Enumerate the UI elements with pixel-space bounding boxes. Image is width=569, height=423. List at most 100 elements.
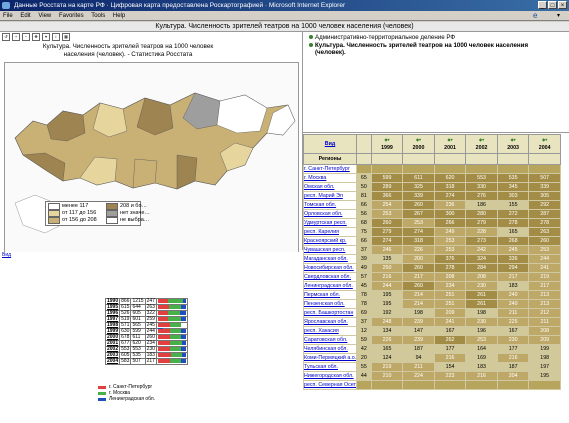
view-link[interactable]: Вид — [2, 252, 11, 258]
region-link[interactable]: Удмуртская респ. — [303, 218, 357, 228]
map-tool-refresh-icon[interactable]: ↺ — [2, 33, 10, 41]
region-link[interactable]: Орловская обл. — [303, 209, 357, 219]
region-link[interactable]: Ленинградская обл. — [303, 281, 357, 291]
table-row[interactable]: Ярославская обл. 37 248 239 241 230 225 211 — [303, 317, 561, 327]
rank-cell: 37 — [356, 245, 372, 255]
menu-file[interactable]: File — [3, 13, 13, 19]
value-cell: 274 — [370, 236, 404, 246]
region-link[interactable]: Тульская обл. — [303, 362, 357, 372]
map-tool-zoom-out-icon[interactable]: − — [22, 33, 30, 41]
region-link[interactable]: респ. Карелия — [303, 227, 357, 237]
table-row[interactable]: Тульская обл. 55 219 211 154 183 187 197 — [303, 362, 561, 372]
value-cell: 210 — [370, 371, 404, 381]
table-row[interactable]: Пермская обл. 78 195 214 251 261 240 213 — [303, 290, 561, 300]
close-button[interactable]: × — [558, 1, 567, 9]
col-year-1999[interactable]: ◆▾ 1999 — [370, 134, 404, 154]
region-link[interactable]: Новосибирская обл. — [303, 263, 357, 273]
menu-chevron-icon[interactable]: ▾ — [557, 11, 560, 21]
maximize-button[interactable]: □ — [548, 1, 557, 9]
menu-edit[interactable]: Edit — [20, 13, 30, 19]
table-row[interactable]: Орловская обл. 56 253 267 300 280 272 287 — [303, 209, 561, 219]
region-link[interactable]: Ярославская обл. — [303, 317, 357, 327]
menu-help[interactable]: Help — [113, 13, 125, 19]
value-cell: 198 — [528, 353, 561, 363]
region-link[interactable]: респ. Башкортостан — [303, 308, 357, 318]
table-row[interactable]: Челябинская обл. 42 165 187 177 164 177 199 — [303, 344, 561, 354]
region-link[interactable]: Коми-Пермяцкий а.о. — [303, 353, 357, 363]
value-cell: 230 — [465, 317, 498, 327]
region-link[interactable]: Нижегородская обл. — [303, 371, 357, 381]
tree-item-culture[interactable]: Культура. Численность зрителей театров н… — [309, 42, 528, 49]
map-tool-select-icon[interactable]: ⌖ — [42, 33, 50, 41]
table-row[interactable]: Саратовская обл. 59 226 239 262 253 230 209 — [303, 335, 561, 345]
table-row[interactable]: Нижегородская обл. 44 210 224 223 216 204 195 — [303, 371, 561, 381]
table-row[interactable]: Томская обл. 66 254 260 236 186 155 292 — [303, 200, 561, 210]
sort-icon[interactable]: ◆▾ — [404, 136, 433, 144]
table-row[interactable]: г. Москва 65 599 611 620 553 535 507 — [303, 173, 561, 183]
table-row[interactable]: г. Санкт-Петербург — [303, 164, 561, 174]
region-link[interactable]: респ. Хакасия — [303, 326, 357, 336]
table-row[interactable]: Омская обл. 50 289 325 318 330 345 339 — [303, 182, 561, 192]
table-row[interactable]: Удмуртская респ. 68 260 253 266 279 278 278 — [303, 218, 561, 228]
table-row[interactable]: Чувашская респ. 37 246 226 253 242 245 253 — [303, 245, 561, 255]
region-link[interactable]: Пермская обл. — [303, 290, 357, 300]
table-row[interactable]: Пензенская обл. 78 195 214 251 261 240 213 — [303, 299, 561, 309]
tree-item-label: Административно-территориальное деление … — [315, 34, 456, 41]
table-row[interactable]: Красноярский кр. 66 274 318 253 273 268 260 — [303, 236, 561, 246]
table-row[interactable]: респ. Карелия 75 279 274 249 228 165 263 — [303, 227, 561, 237]
col-year-2000[interactable]: ◆▾ 2000 — [402, 134, 435, 154]
table-row[interactable]: респ. Северная Осетия — [303, 380, 561, 390]
region-link[interactable]: Свердловская обл. — [303, 272, 357, 282]
col-year-2004[interactable]: ◆▾ 2004 — [528, 134, 561, 154]
col-year-2002[interactable]: ◆▾ 2002 — [465, 134, 498, 154]
menu-tools[interactable]: Tools — [91, 13, 105, 19]
table-row[interactable]: Коми-Пермяцкий а.о. 20 124 94 216 169 216 198 — [303, 353, 561, 363]
region-link[interactable]: Томская обл. — [303, 200, 357, 210]
sort-icon[interactable]: ◆▾ — [530, 136, 559, 144]
value-cell: 246 — [370, 245, 404, 255]
sort-icon[interactable]: ◆▾ — [373, 136, 402, 144]
table-row[interactable]: Новосибирская обл. 49 250 260 278 284 294 241 — [303, 263, 561, 273]
sort-icon[interactable]: ◆▾ — [499, 136, 528, 144]
map-tool-zoom-in-icon[interactable]: + — [12, 33, 20, 41]
region-link[interactable]: Чувашская респ. — [303, 245, 357, 255]
region-link[interactable]: Красноярский кр. — [303, 236, 357, 246]
region-link[interactable]: респ. Марий Эл — [303, 191, 357, 201]
data-table-panel: Вид ◆▾ 1999 ◆▾ 2000 ◆▾ 2001 ◆▾ 2002 ◆▾ 2003 ◆… — [303, 134, 569, 423]
value-cell: 260 — [402, 281, 435, 291]
russia-map[interactable]: менее 117 от 117 до 156 от 156 до 208 20… — [4, 62, 299, 254]
table-row[interactable]: респ. Башкортостан 69 192 198 209 198 211 212 — [303, 308, 561, 318]
table-row[interactable]: Ленинградская обл. 45 244 260 234 230 183 217 — [303, 281, 561, 291]
view-link-header[interactable]: Вид — [303, 134, 357, 154]
region-link[interactable]: Челябинская обл. — [303, 344, 357, 354]
region-link[interactable]: г. Санкт-Петербург — [303, 164, 357, 174]
col-year-2003[interactable]: ◆▾ 2003 — [496, 134, 530, 154]
value-cell — [465, 164, 498, 174]
map-tool-pan-icon[interactable]: ✥ — [32, 33, 40, 41]
map-tool-info-icon[interactable]: i — [52, 33, 60, 41]
value-cell: 274 — [402, 227, 435, 237]
compare-bar-moscow — [170, 335, 182, 339]
table-row[interactable]: Магаданская обл. 39 135 200 376 324 336 244 — [303, 254, 561, 264]
sort-icon[interactable]: ◆▾ — [436, 136, 465, 144]
tree-item-admin[interactable]: Административно-территориальное деление … — [309, 34, 455, 41]
region-link[interactable]: Омская обл. — [303, 182, 357, 192]
minimize-button[interactable]: _ — [538, 1, 547, 9]
menu-favorites[interactable]: Favorites — [59, 13, 84, 19]
region-link[interactable]: Магаданская обл. — [303, 254, 357, 264]
table-row[interactable]: Свердловская обл. 57 216 217 208 208 217 219 — [303, 272, 561, 282]
value-cell: 124 — [370, 353, 404, 363]
table-row[interactable]: респ. Хакасия 12 134 147 167 196 167 208 — [303, 326, 561, 336]
region-link[interactable]: г. Москва — [303, 173, 357, 183]
region-link[interactable]: респ. Северная Осетия — [303, 380, 357, 390]
menu-view[interactable]: View — [38, 13, 51, 19]
col-year-2001[interactable]: ◆▾ 2001 — [433, 134, 467, 154]
region-link[interactable]: Саратовская обл. — [303, 335, 357, 345]
map-tool-print-icon[interactable]: ▦ — [62, 33, 70, 41]
window-title-bar: Данные Росстата на карте РФ · Цифровая к… — [0, 0, 569, 11]
compare-bar-moscow — [170, 359, 182, 363]
table-row[interactable]: респ. Марий Эл 81 366 339 274 276 303 305 — [303, 191, 561, 201]
region-link[interactable]: Пензенская обл. — [303, 299, 357, 309]
sort-icon[interactable]: ◆▾ — [467, 136, 496, 144]
value-cell: 553 — [465, 173, 498, 183]
